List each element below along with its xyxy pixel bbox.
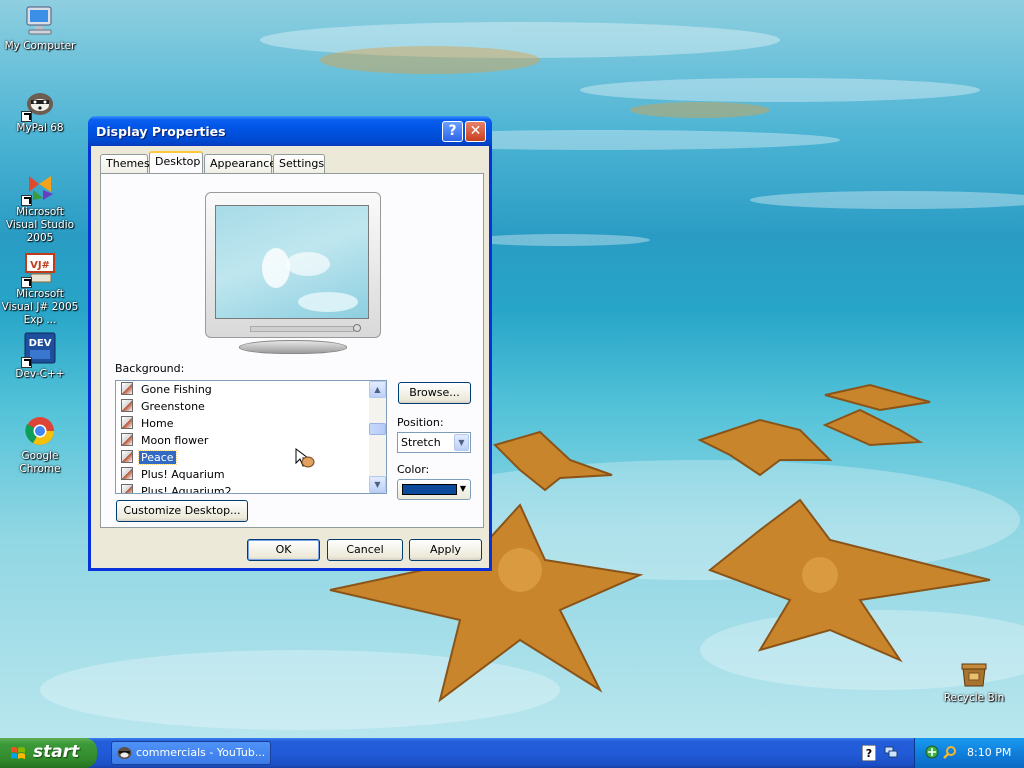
cursor-icon bbox=[295, 448, 315, 468]
desktop-icon-my-computer[interactable]: My Computer bbox=[0, 4, 80, 53]
tab-themes[interactable]: Themes bbox=[100, 154, 150, 173]
browse-button[interactable]: Browse... bbox=[398, 382, 471, 404]
desktop-icon-recycle-bin[interactable]: Recycle Bin bbox=[934, 656, 1014, 705]
position-label: Position: bbox=[397, 416, 444, 429]
listbox-scrollbar[interactable]: ▲ ▼ bbox=[369, 381, 386, 493]
monitor-stand bbox=[239, 340, 347, 354]
tab-desktop[interactable]: Desktop bbox=[149, 151, 203, 173]
wallpaper-file-icon bbox=[121, 416, 133, 429]
devcpp-icon: DEV bbox=[21, 332, 57, 368]
background-label: Background: bbox=[115, 362, 185, 375]
desktop-icon-visual-jsharp[interactable]: VJ# Microsoft Visual J# 2005 Exp ... bbox=[0, 252, 80, 327]
list-item[interactable]: Plus! Aquarium2 bbox=[121, 484, 367, 493]
scroll-down-icon[interactable]: ▼ bbox=[369, 476, 386, 493]
browser-icon bbox=[117, 747, 132, 759]
recycle-bin-icon bbox=[957, 656, 991, 690]
svg-text:?: ? bbox=[866, 747, 872, 760]
list-item[interactable]: Gone Fishing bbox=[121, 382, 367, 398]
chrome-icon bbox=[23, 414, 57, 448]
desktop-icon-label: My Computer bbox=[4, 40, 76, 52]
monitor-preview bbox=[205, 192, 381, 338]
shortcut-arrow-icon bbox=[21, 277, 32, 288]
wallpaper-file-icon bbox=[121, 467, 133, 480]
taskbar: start commercials - YouTub... ? 8:10 PM bbox=[0, 738, 1024, 768]
wallpaper-file-icon bbox=[121, 382, 133, 395]
chevron-down-icon: ▼ bbox=[459, 484, 466, 493]
monitor-bezel bbox=[250, 326, 354, 332]
computer-icon bbox=[23, 4, 57, 38]
desktop-icon-label: MyPal 68 bbox=[16, 122, 64, 134]
browser-icon bbox=[21, 86, 57, 122]
chevron-down-icon[interactable]: ▼ bbox=[454, 434, 469, 451]
taskbar-button-label: commercials - YouTub... bbox=[136, 746, 266, 759]
desktop-icon-label: Microsoft Visual Studio 2005 bbox=[5, 206, 75, 244]
tab-appearance[interactable]: Appearance bbox=[204, 154, 276, 173]
color-label: Color: bbox=[397, 463, 430, 476]
system-tray: 8:10 PM bbox=[914, 738, 1024, 768]
customize-desktop-button[interactable]: Customize Desktop... bbox=[116, 500, 248, 522]
background-listbox[interactable]: Gone Fishing Greenstone Home Moon flower… bbox=[115, 380, 387, 494]
svg-text:DEV: DEV bbox=[29, 338, 52, 349]
wallpaper-file-icon bbox=[121, 450, 133, 463]
list-item[interactable]: Moon flower bbox=[121, 433, 367, 449]
scroll-up-icon[interactable]: ▲ bbox=[369, 381, 386, 398]
shortcut-arrow-icon bbox=[21, 195, 32, 206]
svg-text:VJ#: VJ# bbox=[30, 260, 50, 271]
close-icon[interactable]: ✕ bbox=[465, 121, 486, 142]
color-swatch bbox=[402, 484, 457, 495]
search-icon[interactable] bbox=[943, 745, 957, 759]
wallpaper-preview bbox=[215, 205, 369, 319]
list-item[interactable]: Plus! Aquarium bbox=[121, 467, 367, 483]
list-item[interactable]: Greenstone bbox=[121, 399, 367, 415]
cancel-button[interactable]: Cancel bbox=[327, 539, 403, 561]
dialog-title: Display Properties bbox=[96, 124, 226, 139]
position-select[interactable]: Stretch ▼ bbox=[397, 432, 471, 453]
ok-button[interactable]: OK bbox=[247, 539, 320, 561]
desktop-icon-dev-cpp[interactable]: DEV Dev-C++ bbox=[0, 332, 80, 381]
apply-button[interactable]: Apply bbox=[409, 539, 482, 561]
shortcut-arrow-icon bbox=[21, 357, 32, 368]
position-value: Stretch bbox=[401, 436, 441, 449]
wallpaper-file-icon bbox=[121, 433, 133, 446]
dialog-titlebar[interactable]: Display Properties ? ✕ bbox=[88, 116, 492, 146]
desktop-icon-label: Dev-C++ bbox=[15, 368, 65, 380]
list-item[interactable]: Home bbox=[121, 416, 367, 432]
monitor-power-icon bbox=[353, 324, 361, 332]
desktop-icon-label: Recycle Bin bbox=[943, 692, 1005, 704]
desktop-icon-label: Microsoft Visual J# 2005 Exp ... bbox=[1, 288, 79, 326]
network-icon[interactable] bbox=[884, 745, 898, 759]
color-picker-button[interactable]: ▼ bbox=[397, 479, 471, 500]
desktop-icon-label: Google Chrome bbox=[19, 450, 61, 475]
help-icon[interactable]: ? bbox=[442, 121, 463, 142]
start-button[interactable]: start bbox=[0, 738, 97, 768]
shortcut-arrow-icon bbox=[21, 111, 32, 122]
desktop-icon-google-chrome[interactable]: Google Chrome bbox=[0, 414, 80, 476]
help-tray-icon[interactable]: ? bbox=[862, 745, 876, 761]
language-icon[interactable] bbox=[925, 745, 939, 759]
desktop-icon-visual-studio[interactable]: Microsoft Visual Studio 2005 bbox=[0, 170, 80, 245]
vjsharp-icon: VJ# bbox=[21, 252, 57, 288]
clock: 8:10 PM bbox=[967, 746, 1012, 759]
wallpaper-file-icon bbox=[121, 484, 133, 493]
taskbar-button[interactable]: commercials - YouTub... bbox=[111, 741, 271, 765]
display-properties-dialog: Display Properties ? ✕ Themes Desktop Ap… bbox=[88, 116, 492, 571]
start-label: start bbox=[33, 742, 80, 762]
windows-logo-icon bbox=[11, 747, 25, 759]
desktop-icon-mypal[interactable]: MyPal 68 bbox=[0, 86, 80, 135]
desktop-tab-pane: Background: Gone Fishing Greenstone Home… bbox=[100, 173, 484, 528]
tab-settings[interactable]: Settings bbox=[273, 154, 325, 173]
list-item-selected[interactable]: Peace bbox=[121, 450, 367, 466]
wallpaper-file-icon bbox=[121, 399, 133, 412]
visual-studio-icon bbox=[21, 170, 57, 206]
scroll-thumb[interactable] bbox=[369, 423, 386, 435]
